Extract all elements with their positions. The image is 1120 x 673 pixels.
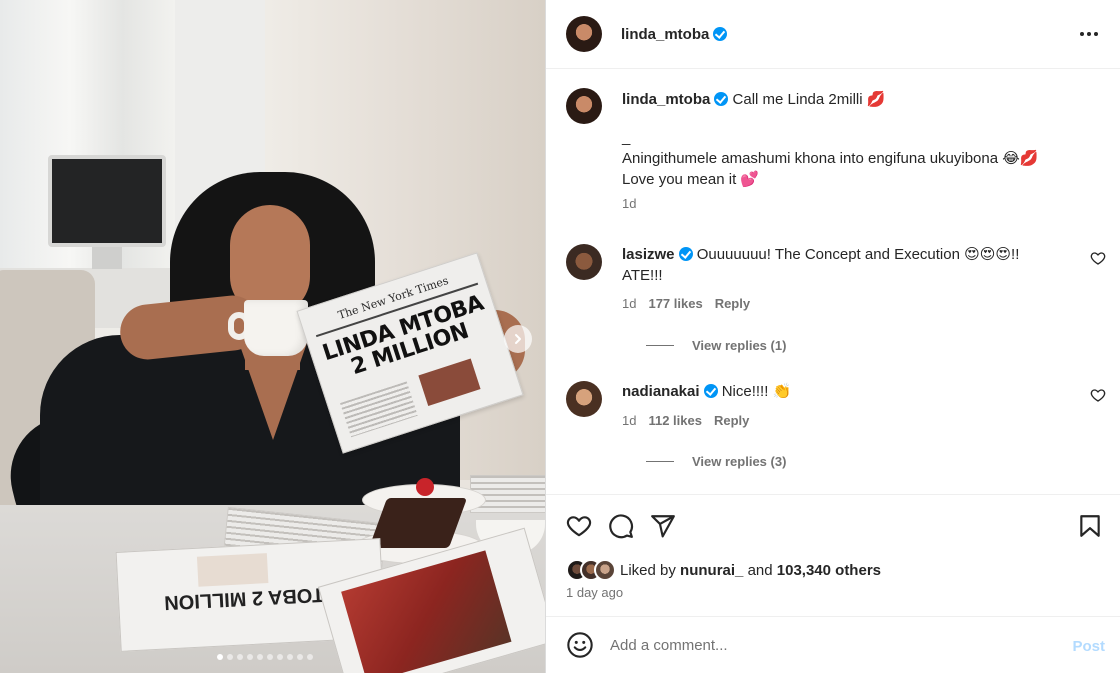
comment-meta: 1d 177 likes Reply xyxy=(622,296,750,311)
verified-badge-icon xyxy=(703,384,718,398)
avatar xyxy=(594,559,616,581)
likers-avatars xyxy=(566,559,616,581)
comment-username[interactable]: nadianakai xyxy=(622,383,700,400)
view-replies-label: View replies (1) xyxy=(692,338,787,353)
more-dot-icon xyxy=(1080,32,1084,36)
carousel-dot xyxy=(227,654,233,660)
more-dot-icon xyxy=(1094,32,1098,36)
post-action-bar: Liked by nunurai_ and 103,340 others 1 d… xyxy=(546,494,1120,614)
liked-by-user[interactable]: nunurai_ xyxy=(680,562,743,579)
post-sidebar: linda_mtoba linda_mtoba Call me Linda 2m… xyxy=(545,0,1120,673)
more-dot-icon xyxy=(1087,32,1091,36)
author-username[interactable]: linda_mtoba xyxy=(621,26,709,43)
caption-text: Aningithumele amashumi khona into engifu… xyxy=(622,150,1039,167)
view-replies-label: View replies (3) xyxy=(692,454,787,469)
post-photo[interactable]: The New York Times LINDA MTOBA 2 MILLION… xyxy=(0,0,545,673)
carousel-dot xyxy=(307,654,313,660)
share-paper-plane-icon[interactable] xyxy=(650,513,676,539)
comments-section[interactable]: linda_mtoba Call me Linda 2milli 💋 _ Ani… xyxy=(546,70,1120,494)
add-comment-bar: Post xyxy=(546,616,1120,673)
chevron-right-icon xyxy=(515,334,521,344)
post-timestamp[interactable]: 1 day ago xyxy=(566,585,623,600)
liked-by-and: and xyxy=(747,561,773,579)
post-comment-button[interactable]: Post xyxy=(1072,638,1105,655)
comment-bubble-icon[interactable] xyxy=(608,513,634,539)
carousel-dot xyxy=(257,654,263,660)
verified-badge-icon xyxy=(678,247,693,261)
comment-timestamp[interactable]: 1d xyxy=(622,413,636,428)
like-heart-icon[interactable] xyxy=(566,513,592,539)
photo-curtain xyxy=(0,0,175,300)
save-bookmark-icon[interactable] xyxy=(1077,513,1103,539)
avatar[interactable] xyxy=(566,88,602,124)
caption-text: Call me Linda 2milli 💋 xyxy=(732,91,886,108)
caption-username[interactable]: linda_mtoba xyxy=(622,91,710,108)
more-options-button[interactable] xyxy=(1077,22,1101,46)
photo-mug xyxy=(244,300,308,356)
carousel-dot xyxy=(237,654,243,660)
photo-monitor xyxy=(48,155,166,247)
emoji-icon[interactable] xyxy=(566,631,594,659)
view-replies-button[interactable]: View replies (1) xyxy=(622,338,786,353)
reply-button[interactable]: Reply xyxy=(715,296,750,311)
carousel-dot xyxy=(217,654,223,660)
carousel-dot xyxy=(287,654,293,660)
caption-separator: _ xyxy=(622,129,631,146)
newspaper-photo xyxy=(418,358,481,406)
comment-likes[interactable]: 112 likes xyxy=(648,413,702,428)
liked-by-prefix: Liked by xyxy=(620,561,676,579)
reply-button[interactable]: Reply xyxy=(714,413,749,428)
carousel-dot xyxy=(277,654,283,660)
newspaper-photo xyxy=(196,553,269,587)
newspaper-columns xyxy=(340,381,418,438)
replies-divider xyxy=(646,345,674,346)
avatar[interactable] xyxy=(566,381,602,417)
carousel-next-button[interactable] xyxy=(504,325,532,353)
like-comment-heart-icon[interactable] xyxy=(1090,387,1106,403)
comment-timestamp[interactable]: 1d xyxy=(622,296,636,311)
comment-input[interactable] xyxy=(610,636,1050,654)
photo-strawberry xyxy=(416,478,434,496)
post-header: linda_mtoba xyxy=(546,0,1120,69)
comment-text: Nice!!!! 👏 xyxy=(721,383,792,400)
caption-text: Love you mean it 💕 xyxy=(622,171,760,188)
photo-monitor-stand xyxy=(92,247,122,269)
replies-divider xyxy=(646,461,674,462)
avatar[interactable] xyxy=(566,244,602,280)
carousel-dot xyxy=(297,654,303,660)
like-comment-heart-icon[interactable] xyxy=(1090,250,1106,266)
liked-by-others[interactable]: 103,340 others xyxy=(777,562,881,579)
view-replies-button[interactable]: View replies (3) xyxy=(622,454,786,469)
verified-badge-icon xyxy=(714,92,729,106)
instagram-post-modal: The New York Times LINDA MTOBA 2 MILLION… xyxy=(0,0,1120,673)
carousel-dot xyxy=(267,654,273,660)
avatar[interactable] xyxy=(566,16,602,52)
comment-meta: 1d 112 likes Reply xyxy=(622,413,749,428)
comment-username[interactable]: lasizwe xyxy=(622,246,675,263)
verified-badge-icon xyxy=(713,27,728,41)
caption-timestamp[interactable]: 1d xyxy=(622,193,1102,214)
comment-likes[interactable]: 177 likes xyxy=(648,296,702,311)
carousel-dot xyxy=(247,654,253,660)
carousel-indicator xyxy=(217,654,313,660)
likes-summary[interactable]: Liked by nunurai_ and 103,340 others xyxy=(566,559,881,581)
